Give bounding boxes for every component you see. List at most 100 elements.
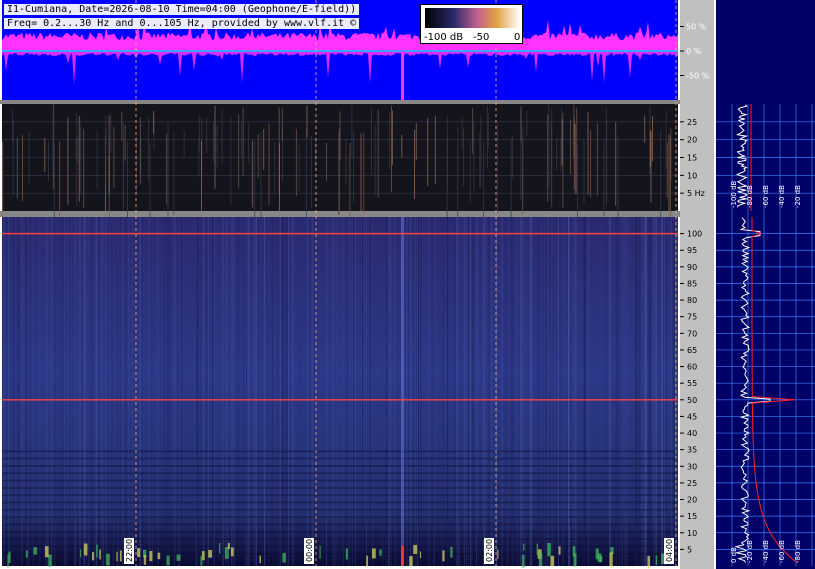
amplitude-tick-label: 0 %	[686, 47, 702, 56]
main-lowfreq-band	[2, 464, 678, 467]
main-lowfreq-burst	[597, 553, 602, 562]
main-streak	[346, 217, 348, 566]
main-streak	[94, 217, 96, 566]
main-lowfreq-burst	[572, 546, 576, 557]
main-streak	[663, 217, 665, 566]
main-streak	[88, 217, 90, 566]
main-streak	[665, 217, 667, 566]
main-streak	[326, 217, 328, 566]
main-lowfreq-burst	[259, 555, 262, 564]
lowfreq-tick-label: 20	[687, 136, 697, 145]
lowfreq-streak	[345, 138, 347, 186]
main-streak	[311, 217, 313, 566]
main-lowfreq-burst	[522, 554, 525, 568]
main-streak	[348, 217, 350, 566]
lowfreq-streak	[556, 138, 558, 171]
lowfreq-streak	[371, 108, 372, 175]
main-streak	[442, 217, 444, 566]
lowfreq-streak	[339, 111, 341, 161]
main-streak	[65, 217, 67, 566]
main-streak	[312, 217, 314, 566]
main-streak	[103, 217, 104, 566]
lowfreq-streak	[96, 130, 98, 190]
lowfreq-streak	[44, 137, 46, 172]
lowfreq-streak	[148, 117, 150, 182]
main-streak	[516, 217, 518, 566]
main-tick-label: 65	[687, 346, 697, 355]
main-streak	[584, 217, 586, 566]
lowfreq-streak	[310, 136, 312, 208]
main-streak	[469, 217, 471, 566]
main-streak	[538, 217, 540, 566]
lowfreq-streak	[22, 135, 23, 202]
lowfreq-streak	[360, 133, 362, 222]
lowfreq-streak	[206, 117, 208, 154]
main-streak	[447, 217, 449, 566]
main-streak	[32, 217, 34, 566]
main-streak	[420, 217, 422, 566]
main-streak	[552, 217, 554, 566]
main-streak	[617, 217, 619, 566]
lowfreq-streak	[279, 143, 280, 228]
main-streak	[225, 217, 227, 566]
lowfreq-streak	[77, 136, 79, 165]
lowfreq-streak	[254, 140, 256, 225]
main-tick-label: 75	[687, 313, 697, 322]
main-streak	[568, 217, 570, 566]
main-streak	[609, 217, 611, 566]
main-streak	[8, 217, 10, 566]
main-streak	[247, 217, 249, 566]
main-streak	[2, 217, 3, 566]
main-tick-label: 20	[687, 496, 697, 505]
main-streak	[539, 217, 541, 566]
main-tick-label: 25	[687, 479, 697, 488]
main-streak	[643, 217, 645, 566]
main-streak	[559, 217, 561, 566]
lowfreq-streak	[105, 115, 107, 143]
main-lowfreq-band	[2, 508, 678, 511]
main-streak	[467, 217, 469, 566]
main-streak	[332, 217, 334, 566]
main-lowfreq-burst	[366, 555, 369, 567]
spectrum-db-label-top: -60 dB	[762, 185, 770, 208]
main-lowfreq-burst	[372, 548, 376, 559]
lowfreq-streak	[596, 123, 598, 196]
main-streak	[490, 217, 492, 566]
main-streak	[433, 217, 435, 566]
main-streak	[506, 217, 508, 566]
main-streak	[28, 217, 29, 566]
main-streak	[458, 217, 460, 566]
lowfreq-streak	[242, 107, 244, 177]
lowfreq-streak	[139, 117, 141, 185]
lowfreq-streak	[257, 133, 259, 178]
main-streak	[441, 217, 443, 566]
main-lowfreq-burst	[7, 554, 9, 568]
main-streak	[228, 217, 230, 566]
spectrum-db-label-bottom: -20 dB	[746, 540, 754, 563]
main-streak	[385, 217, 387, 566]
main-streak	[264, 217, 265, 566]
lowfreq-streak	[457, 126, 459, 217]
amplitude-spike	[401, 51, 404, 100]
main-streak	[245, 217, 247, 566]
main-lowfreq-band	[2, 494, 678, 497]
lowfreq-streak	[570, 119, 571, 175]
main-streak	[389, 217, 391, 566]
main-streak	[233, 217, 235, 566]
main-streak	[518, 217, 520, 566]
main-lowfreq-burst	[523, 543, 525, 551]
lowfreq-streak	[434, 115, 436, 184]
main-streak	[642, 217, 644, 566]
lowfreq-streak	[75, 138, 77, 159]
main-streak	[569, 217, 571, 566]
spectrum-db-label-top: -100 dB	[730, 180, 738, 208]
main-streak	[26, 217, 27, 566]
lowfreq-streak	[446, 134, 448, 220]
main-streak	[89, 217, 91, 566]
lowfreq-streak	[48, 142, 49, 182]
lowfreq-streak	[660, 129, 662, 229]
lowfreq-streak	[512, 135, 514, 178]
main-tick-label: 10	[687, 529, 697, 538]
lowfreq-streak	[12, 110, 14, 142]
main-lowfreq-band	[2, 450, 678, 453]
